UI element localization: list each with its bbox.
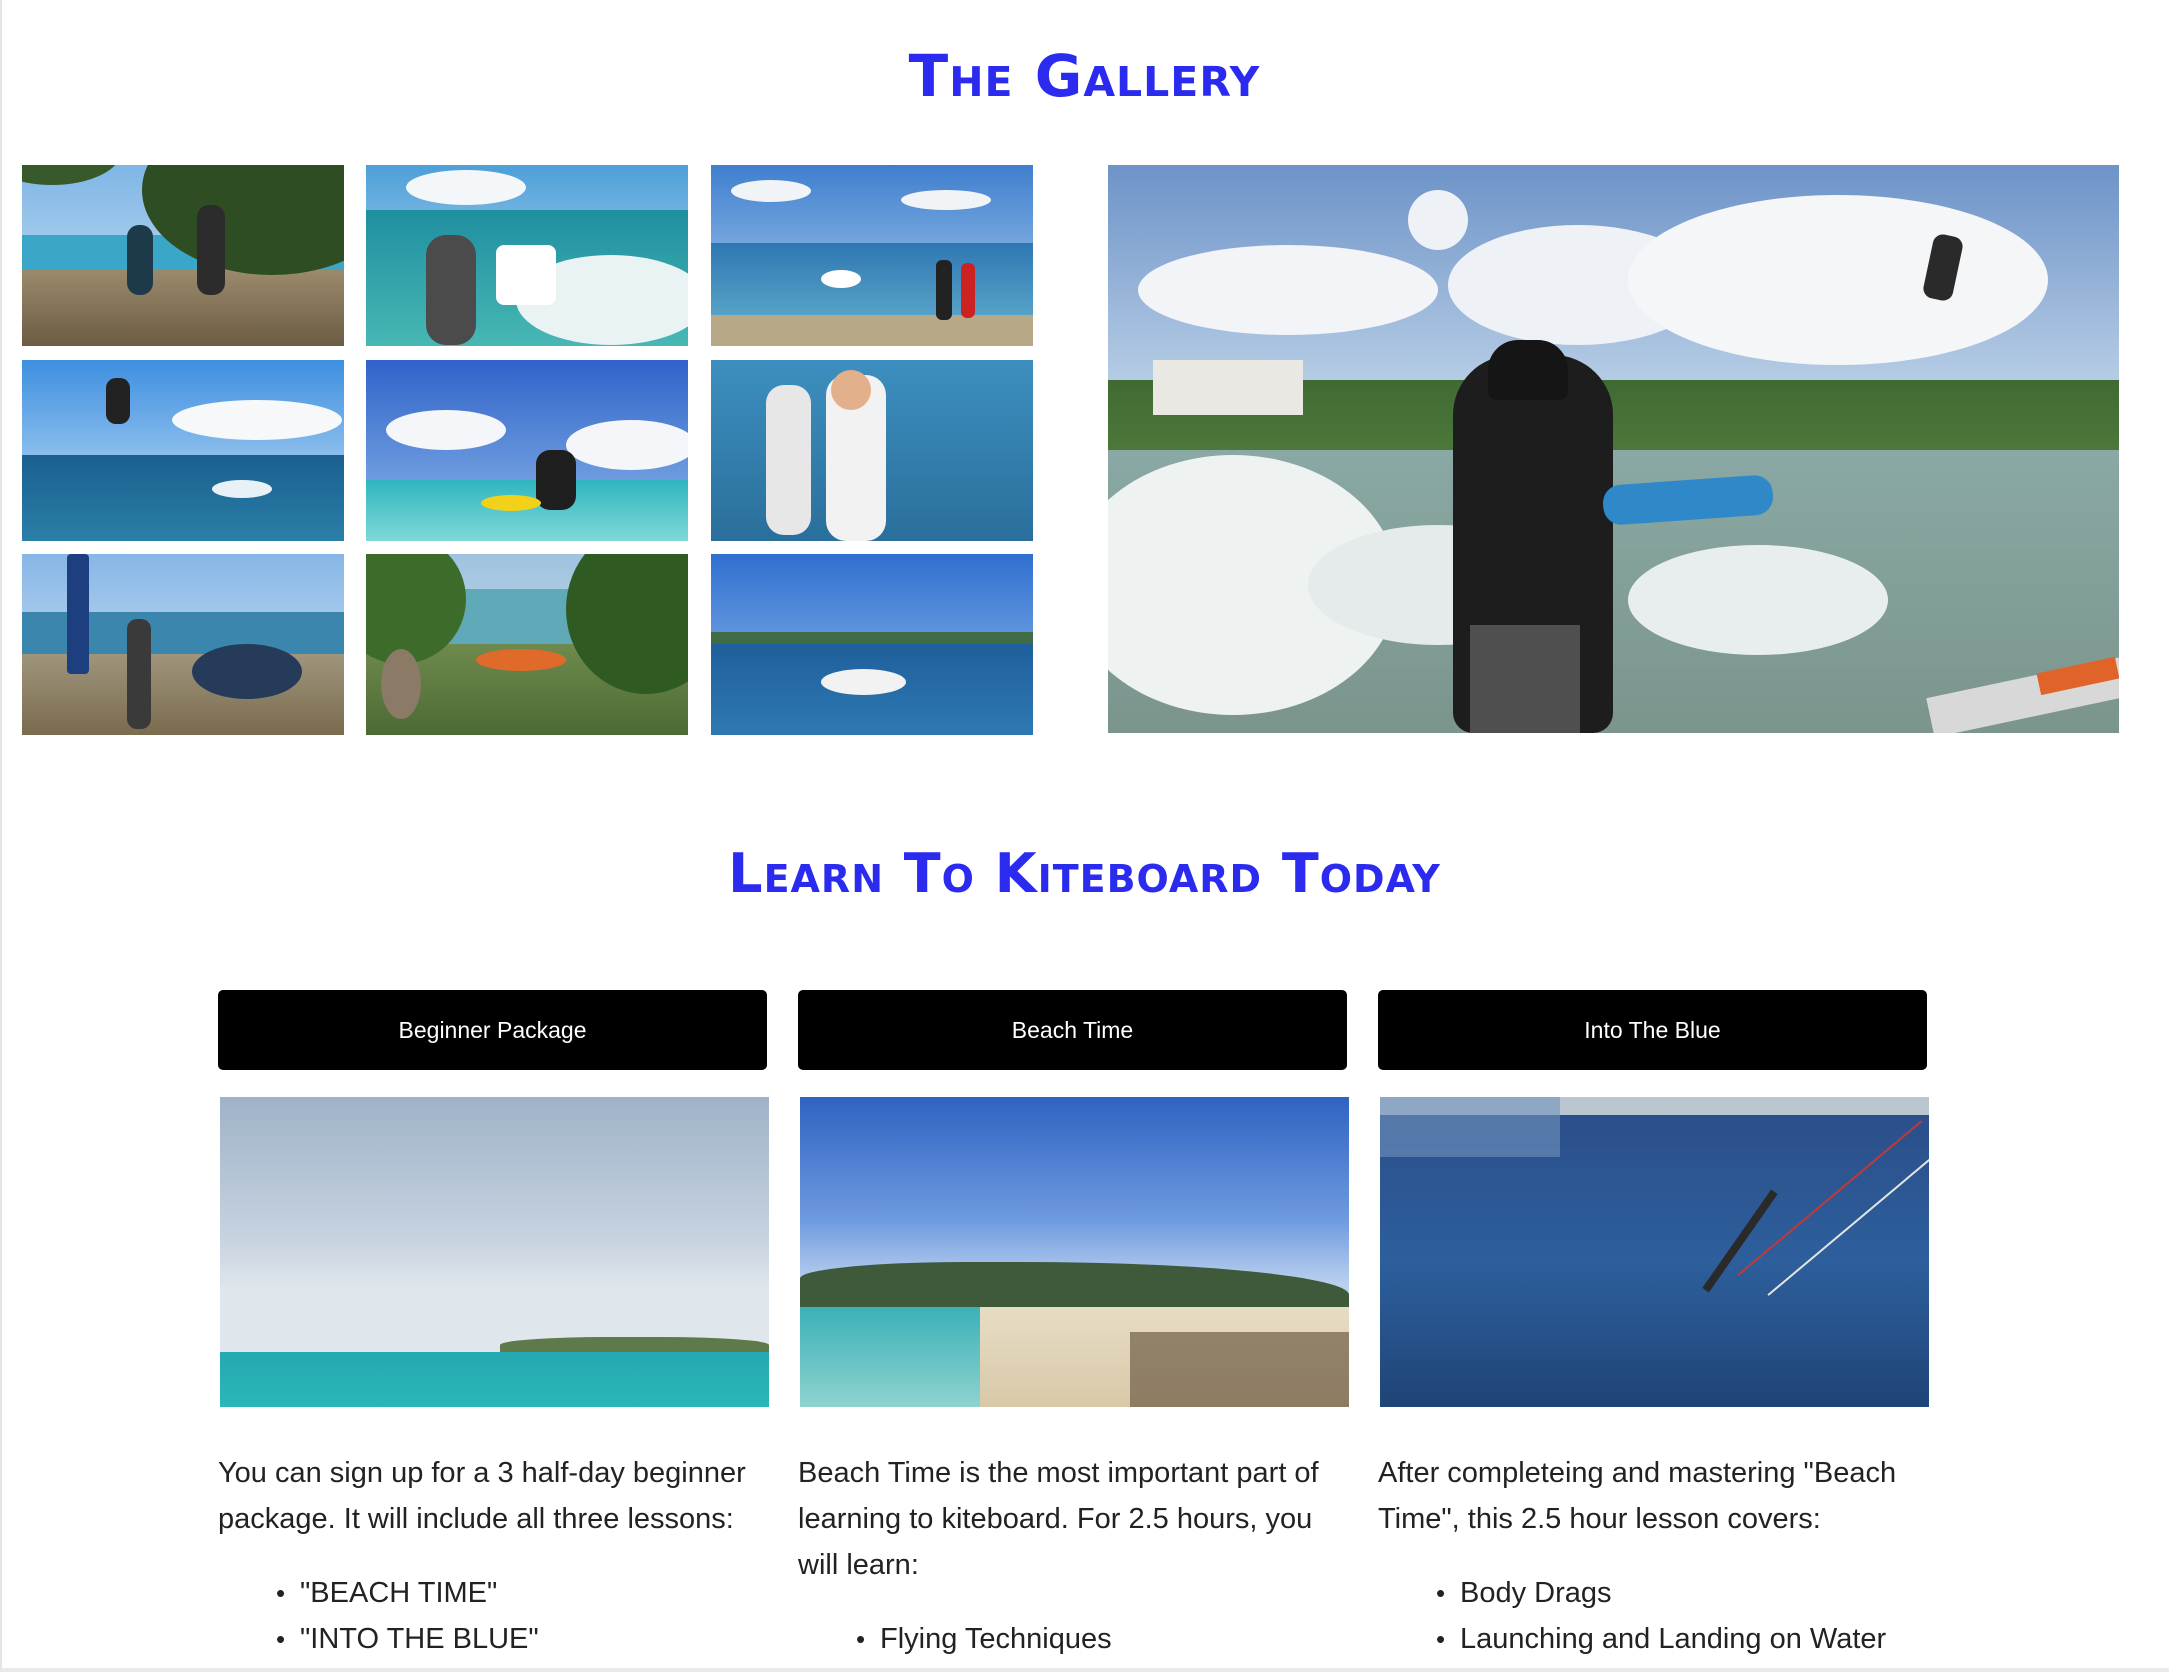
gallery-thumb-8[interactable] xyxy=(366,554,688,735)
learn-title: Learn To Kiteboard Today xyxy=(728,842,1441,905)
gallery-thumb-7[interactable] xyxy=(22,554,344,735)
into-the-blue-list: Body Drags Launching and Landing on Wate… xyxy=(1378,1570,1927,1662)
list-item: Body Drags xyxy=(1378,1570,1927,1616)
beginner-package-button[interactable]: Beginner Package xyxy=(218,990,767,1070)
list-item: Flying Techniques xyxy=(798,1616,1347,1662)
beach-time-description: Beach Time is the most important part of… xyxy=(798,1457,1319,1581)
gallery-featured-image[interactable] xyxy=(1108,165,2119,733)
gallery-title: The Gallery xyxy=(908,42,1261,110)
gallery-thumb-1[interactable] xyxy=(22,165,344,346)
into-the-blue-description: After completeing and mastering "Beach T… xyxy=(1378,1457,1897,1535)
gallery-thumb-2[interactable] xyxy=(366,165,688,346)
gallery-thumb-3[interactable] xyxy=(711,165,1033,346)
beach-time-button[interactable]: Beach Time xyxy=(798,990,1347,1070)
gallery-thumb-6[interactable] xyxy=(711,360,1033,541)
list-item: Launching and Landing on Water xyxy=(1378,1616,1927,1662)
gallery-thumb-9[interactable] xyxy=(711,554,1033,735)
beginner-package-list: "BEACH TIME" "INTO THE BLUE" xyxy=(218,1570,767,1662)
beach-time-list: Flying Techniques xyxy=(798,1616,1347,1662)
beginner-package-description: You can sign up for a 3 half-day beginne… xyxy=(218,1457,746,1535)
into-the-blue-image xyxy=(1380,1097,1929,1407)
list-item: "BEACH TIME" xyxy=(218,1570,767,1616)
beginner-package-image xyxy=(220,1097,769,1407)
gallery-thumb-4[interactable] xyxy=(22,360,344,541)
into-the-blue-button[interactable]: Into The Blue xyxy=(1378,990,1927,1070)
list-item: "INTO THE BLUE" xyxy=(218,1616,767,1662)
beach-time-image xyxy=(800,1097,1349,1407)
gallery-thumb-5[interactable] xyxy=(366,360,688,541)
